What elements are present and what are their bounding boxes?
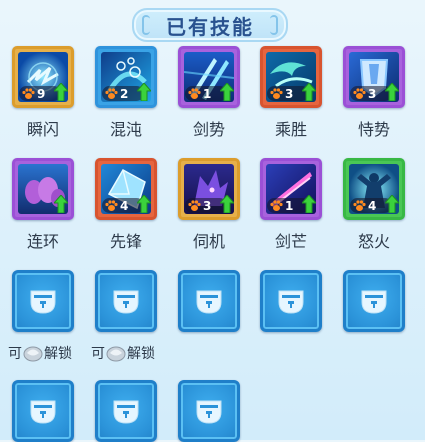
lock-icon	[359, 286, 389, 316]
skill-frame: 4	[343, 158, 405, 220]
arrow-up-icon[interactable]	[220, 195, 234, 213]
locked-slot-4[interactable]	[260, 270, 322, 332]
skill-name: 瞬闪	[26, 120, 59, 139]
locked-slot-7[interactable]	[95, 380, 157, 442]
lock-icon	[194, 286, 224, 316]
skill-frame: 3	[343, 46, 405, 108]
unlock-prefix: 可	[8, 346, 22, 362]
paw-icon	[105, 200, 118, 212]
arrow-up-icon[interactable]	[385, 195, 399, 213]
skill-level: 4	[368, 198, 377, 213]
skill-level: 3	[285, 86, 294, 101]
paw-icon	[188, 200, 201, 212]
skills-title-text: 已有技能	[166, 14, 254, 39]
paw-icon	[105, 88, 118, 100]
skill-frame: 9	[12, 46, 74, 108]
skill-level: 3	[203, 198, 212, 213]
skill-name: 剑势	[192, 120, 225, 139]
arrow-up-icon[interactable]	[302, 83, 316, 101]
arrow-up-icon[interactable]	[54, 195, 68, 213]
arrow-up-icon[interactable]	[54, 83, 68, 101]
skill-frame	[12, 158, 74, 220]
unlock-text: 解锁	[44, 346, 72, 362]
skill-name: 连环	[26, 232, 59, 251]
skill-level: 9	[37, 86, 46, 101]
paw-icon	[22, 88, 35, 100]
lock-icon	[28, 286, 58, 316]
skill-name: 混沌	[109, 120, 142, 139]
paw-icon	[353, 88, 366, 100]
skill-level: 1	[203, 86, 212, 101]
skill-name: 怒火	[357, 232, 390, 251]
skill-frame: 4	[95, 158, 157, 220]
locked-slot-3[interactable]	[178, 270, 240, 332]
lock-icon	[276, 286, 306, 316]
title-ornament-right	[270, 15, 278, 35]
lock-icon	[111, 286, 141, 316]
skill-name: 伺机	[192, 232, 225, 251]
paw-icon	[270, 200, 283, 212]
arrow-up-icon[interactable]	[385, 83, 399, 101]
skill-level: 2	[120, 86, 129, 101]
skill-frame: 1	[260, 158, 322, 220]
arrow-up-icon[interactable]	[302, 195, 316, 213]
locked-slot-1[interactable]	[12, 270, 74, 332]
skill-name: 恃势	[357, 120, 390, 139]
gem-icon	[106, 344, 126, 362]
skill-name: 剑芒	[274, 232, 307, 251]
skill-level: 1	[285, 198, 294, 213]
skills-title: 已有技能	[132, 8, 288, 42]
skill-frame: 3	[260, 46, 322, 108]
skill-frame: 1	[178, 46, 240, 108]
skill-level: 3	[368, 86, 377, 101]
unlock-text: 解锁	[127, 346, 155, 362]
unlock-hint-2: 可 解锁	[91, 343, 155, 363]
gem-icon	[23, 344, 43, 362]
lock-icon	[28, 396, 58, 426]
skill-frame: 2	[95, 46, 157, 108]
locked-slot-8[interactable]	[178, 380, 240, 442]
paw-icon	[270, 88, 283, 100]
lock-icon	[111, 396, 141, 426]
unlock-prefix: 可	[91, 346, 105, 362]
lock-icon	[194, 396, 224, 426]
paw-icon	[353, 200, 366, 212]
skill-level: 4	[120, 198, 129, 213]
arrow-up-icon[interactable]	[137, 195, 151, 213]
skill-name: 乘胜	[274, 120, 307, 139]
arrow-up-icon[interactable]	[220, 83, 234, 101]
skill-frame: 3	[178, 158, 240, 220]
paw-icon	[188, 88, 201, 100]
locked-slot-6[interactable]	[12, 380, 74, 442]
locked-slot-2[interactable]	[95, 270, 157, 332]
skill-name: 先锋	[109, 232, 142, 251]
unlock-hint-1: 可 解锁	[8, 343, 72, 363]
title-ornament-left	[142, 15, 150, 35]
arrow-up-icon[interactable]	[137, 83, 151, 101]
locked-slot-5[interactable]	[343, 270, 405, 332]
